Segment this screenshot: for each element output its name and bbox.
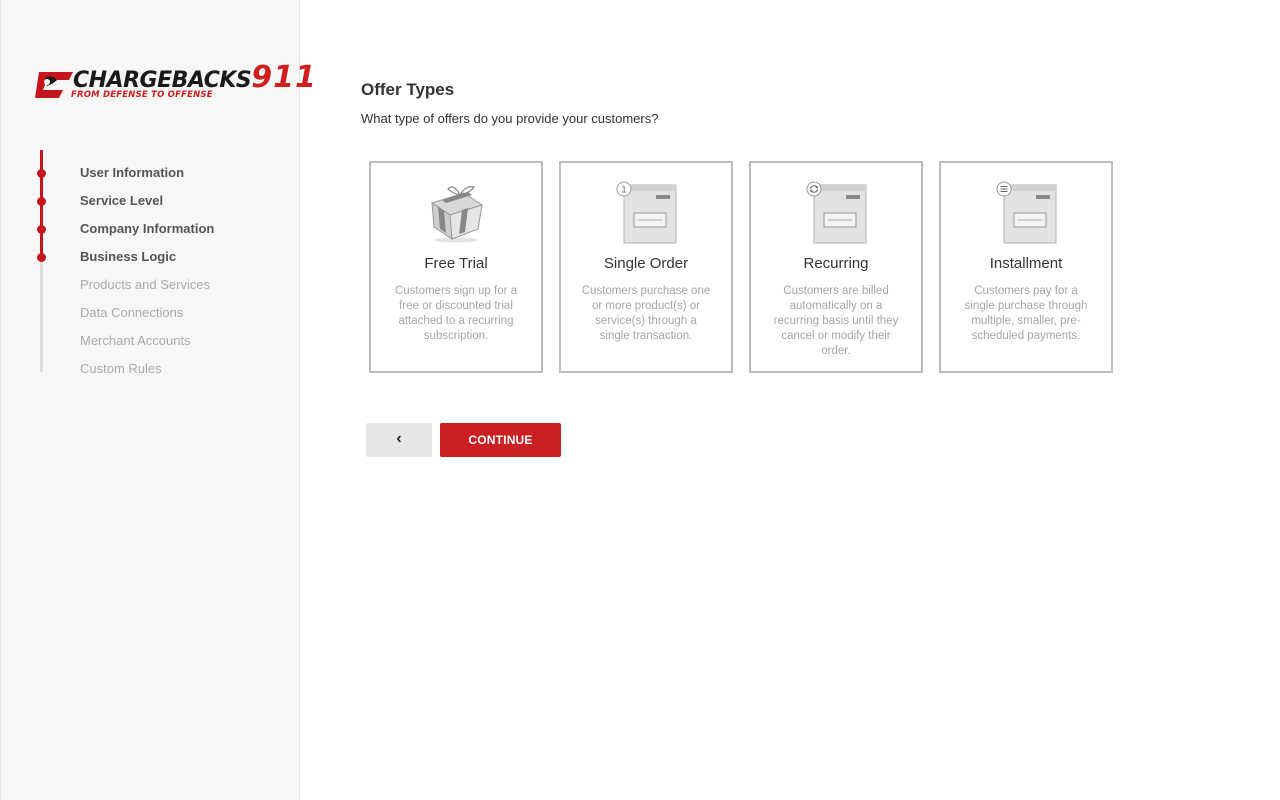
offer-title: Installment xyxy=(989,255,1063,272)
step-data-connections: Data Connections xyxy=(80,305,184,320)
continue-button[interactable]: CONTINUE xyxy=(440,423,561,457)
step-products-and-services: Products and Services xyxy=(80,277,211,292)
logo-wordmark: CHARGEBACKS911 xyxy=(73,63,317,93)
sidebar: CHARGEBACKS911 FROM DEFENSE TO OFFENSE U… xyxy=(0,0,316,800)
step-custom-rules: Custom Rules xyxy=(80,361,162,376)
step-user-information[interactable]: User Information xyxy=(80,165,184,181)
offer-card-free-trial[interactable]: Free Trial Customers sign up for a free … xyxy=(369,161,543,373)
logo-tagline: FROM DEFENSE TO OFFENSE xyxy=(71,90,213,100)
offer-title: Single Order xyxy=(603,255,689,272)
recurring-box-icon xyxy=(806,181,867,244)
step-dot-company-information xyxy=(37,225,46,234)
offer-card-single-order[interactable]: 1 Single Order Customers purchase one or… xyxy=(559,161,733,373)
installment-box-icon xyxy=(996,181,1057,244)
brand-logo: CHARGEBACKS911 FROM DEFENSE TO OFFENSE xyxy=(33,63,316,102)
single-order-box-icon: 1 xyxy=(616,181,677,244)
step-company-information[interactable]: Company Information xyxy=(80,221,214,237)
single-order-badge: 1 xyxy=(621,185,626,195)
step-business-logic[interactable]: Business Logic xyxy=(80,249,176,265)
step-dot-service-level xyxy=(37,197,46,206)
chevron-left-icon: ‹ xyxy=(396,430,402,447)
logo-number: 911 xyxy=(251,60,317,95)
step-merchant-accounts: Merchant Accounts xyxy=(80,333,191,348)
page-subtitle: What type of offers do you provide your … xyxy=(361,111,659,126)
main-content: Offer Types What type of offers do you p… xyxy=(361,80,658,127)
offer-card-installment[interactable]: Installment Customers pay for a single p… xyxy=(939,161,1113,373)
step-service-level[interactable]: Service Level xyxy=(80,193,163,209)
offer-description: Customers sign up for a free or discount… xyxy=(394,285,518,342)
offer-description: Customers purchase one or more product(s… xyxy=(581,285,711,342)
offer-title: Recurring xyxy=(803,255,869,272)
offer-description: Customers are billed automatically on a … xyxy=(773,285,899,357)
offer-card-recurring[interactable]: Recurring Customers are billed automatic… xyxy=(749,161,923,373)
step-dot-user-information xyxy=(37,169,46,178)
gift-icon xyxy=(430,186,484,243)
offer-title: Free Trial xyxy=(424,255,488,272)
step-dot-business-logic xyxy=(37,253,46,262)
offer-description: Customers pay for a single purchase thro… xyxy=(964,285,1088,342)
back-button[interactable]: ‹ xyxy=(366,423,432,457)
page-title: Offer Types xyxy=(361,80,455,99)
